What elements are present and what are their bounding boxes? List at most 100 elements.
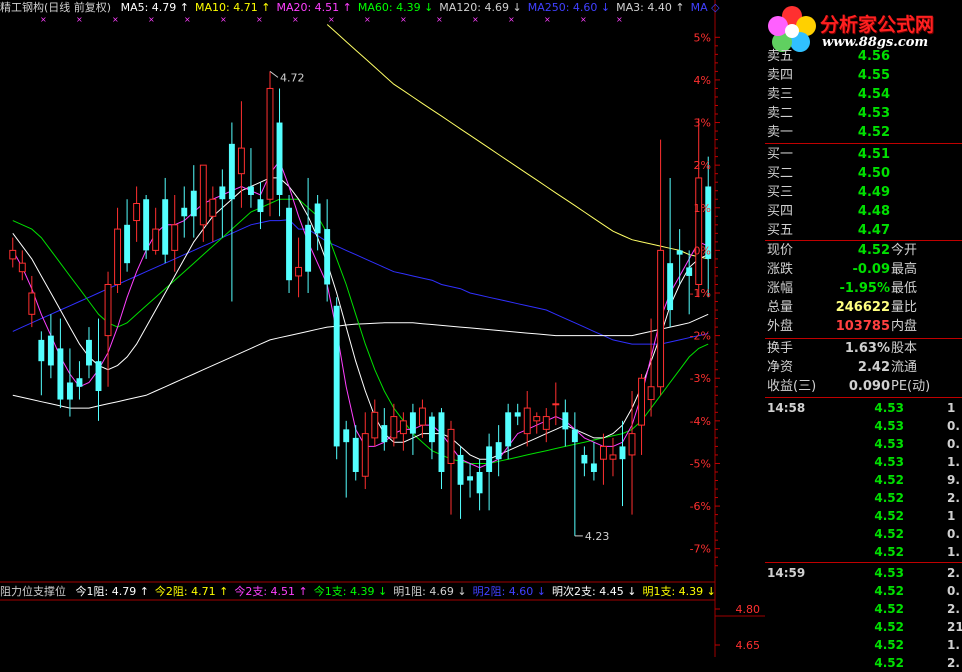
- sub-label-3[interactable]: 今1支: 4.39 ↓: [314, 585, 387, 598]
- stat2-row[interactable]: 换手 1.63% 股本: [765, 340, 962, 358]
- ask-row[interactable]: 卖四 4.55: [765, 67, 962, 85]
- bid-row[interactable]: 买一 4.51: [765, 146, 962, 164]
- candle: [143, 194, 150, 259]
- tick-volume: 0.: [947, 437, 960, 451]
- sub-label-7[interactable]: 明1支: 4.39 ↓: [642, 585, 715, 598]
- stat-row[interactable]: 现价 4.52 今开: [765, 242, 962, 260]
- candle: [199, 164, 207, 242]
- price-axis: 5% 4% 3% 2% 1% 0% -1% -2% -3% -4% -5% -6% -7% 4.80 4.6…: [690, 31, 760, 652]
- bid-row[interactable]: 买四 4.48: [765, 203, 962, 221]
- signal-marker-icon: ×: [148, 15, 155, 24]
- tick-row[interactable]: 4.52 0.: [765, 525, 962, 543]
- tick-volume: 1: [947, 509, 956, 523]
- tick-row[interactable]: 4.52 0.: [765, 582, 962, 600]
- stat-row[interactable]: 涨跌 -0.09 最高: [765, 261, 962, 279]
- candle: [76, 361, 83, 400]
- ma-label-0[interactable]: MA5: 4.79 ↑: [121, 1, 189, 14]
- stat-row[interactable]: 涨幅 -1.95% 最低: [765, 280, 962, 298]
- sub-label-6[interactable]: 明次2支: 4.45 ↓: [552, 585, 636, 598]
- annotations: 4.72 4.23 × × × × × × × × × × × × × × × × ×: [40, 15, 623, 543]
- bid-row[interactable]: 买二 4.50: [765, 165, 962, 183]
- quote-value: 4.48: [857, 204, 890, 219]
- tick-row[interactable]: 4.52 2.: [765, 600, 962, 618]
- separator: [765, 338, 962, 339]
- ask-row[interactable]: 卖三 4.54: [765, 86, 962, 104]
- signal-marker-icon: ×: [400, 15, 407, 24]
- tick-price: 4.52: [874, 491, 904, 505]
- candle: [333, 297, 340, 460]
- quote-label-2: PE(动): [891, 379, 931, 394]
- tick-price: 4.52: [874, 545, 904, 559]
- quote-label: 卖四: [767, 68, 794, 83]
- tick-price: 4.53: [874, 455, 904, 469]
- candle: [552, 382, 560, 426]
- ma-label-7[interactable]: MA ◇: [691, 1, 720, 14]
- ma-line-ma5: [12, 159, 709, 469]
- candle: [162, 177, 169, 264]
- stat-row[interactable]: 总量 246622 量比: [765, 299, 962, 317]
- stat2-row[interactable]: 收益(三) 0.090 PE(动): [765, 378, 962, 396]
- tick-volume: 1.: [947, 638, 960, 652]
- candle: [418, 399, 426, 438]
- sub-label-5[interactable]: 明2阻: 4.60 ↓: [473, 585, 546, 598]
- ma-line-ma120: [326, 24, 709, 260]
- ask-row[interactable]: 卖二 4.53: [765, 105, 962, 123]
- tick-price: 4.52: [874, 509, 904, 523]
- tick-price: 4.52: [874, 473, 904, 487]
- sub-label-4[interactable]: 明1阻: 4.69 ↓: [393, 585, 466, 598]
- sub-title[interactable]: 阻力位支撑位: [0, 585, 66, 598]
- sub-label-0[interactable]: 今1阻: 4.79 ↑: [76, 585, 149, 598]
- tick-row[interactable]: 4.52 21.: [765, 618, 962, 636]
- tick-row[interactable]: 14:58 4.53 1: [765, 399, 962, 417]
- candle: [514, 403, 521, 426]
- axis-label: -7%: [690, 543, 711, 556]
- chart-title[interactable]: 精工钢构(日线 前复权): [0, 1, 111, 14]
- tick-row[interactable]: 4.52 1.: [765, 636, 962, 654]
- tick-row[interactable]: 4.52 1.: [765, 543, 962, 561]
- sub-label-1[interactable]: 今2阻: 4.71 ↑: [155, 585, 228, 598]
- signal-marker-icon: ×: [292, 15, 299, 24]
- tick-volume: 21.: [947, 620, 962, 634]
- bid-row[interactable]: 买三 4.49: [765, 184, 962, 202]
- candle: [628, 391, 636, 515]
- tick-row[interactable]: 4.53 0.: [765, 417, 962, 435]
- tick-row[interactable]: 4.52 2.: [765, 489, 962, 507]
- ask-row[interactable]: 卖一 4.52: [765, 124, 962, 142]
- candle: [286, 194, 293, 293]
- ask-row[interactable]: 卖五 4.56: [765, 48, 962, 66]
- tick-price: 4.53: [874, 437, 904, 451]
- bid-row[interactable]: 买五 4.47: [765, 222, 962, 240]
- candle: [247, 148, 254, 208]
- quote-label-2: 最高: [891, 262, 918, 277]
- stat-row[interactable]: 外盘 103785 内盘: [765, 318, 962, 336]
- ma-label-2[interactable]: MA20: 4.51 ↑: [276, 1, 351, 14]
- tick-row[interactable]: 4.52 9.: [765, 471, 962, 489]
- candle: [343, 420, 350, 498]
- tick-row[interactable]: 4.53 1.: [765, 453, 962, 471]
- candle: [237, 101, 245, 208]
- axis-label: 3%: [694, 117, 711, 130]
- quote-label: 换手: [767, 341, 794, 356]
- ma-label-5[interactable]: MA250: 4.60 ↓: [528, 1, 610, 14]
- tick-volume: 0.: [947, 584, 960, 598]
- sub-label-2[interactable]: 今2支: 4.51 ↑: [234, 585, 307, 598]
- candle: [133, 186, 141, 242]
- tick-row[interactable]: 14:59 4.53 2.: [765, 564, 962, 582]
- candle: [590, 442, 597, 481]
- quote-value: 103785: [835, 319, 890, 334]
- quote-label-2: 量比: [891, 300, 918, 315]
- tick-row[interactable]: 4.53 0.: [765, 435, 962, 453]
- stat2-row[interactable]: 净资 2.42 流通: [765, 359, 962, 377]
- candle: [18, 250, 26, 281]
- quote-value: 2.42: [857, 360, 890, 375]
- quote-value: -0.09: [852, 262, 890, 277]
- axis-label: -2%: [690, 330, 711, 343]
- candle: [599, 433, 607, 485]
- axis-label: -3%: [690, 372, 711, 385]
- ma-label-1[interactable]: MA10: 4.71 ↑: [195, 1, 270, 14]
- tick-row[interactable]: 4.52 1: [765, 507, 962, 525]
- ma-label-4[interactable]: MA120: 4.69 ↓: [439, 1, 521, 14]
- ma-label-3[interactable]: MA60: 4.39 ↓: [358, 1, 433, 14]
- ma-label-6[interactable]: MA3: 4.40 ↑: [616, 1, 684, 14]
- candle: [409, 403, 416, 455]
